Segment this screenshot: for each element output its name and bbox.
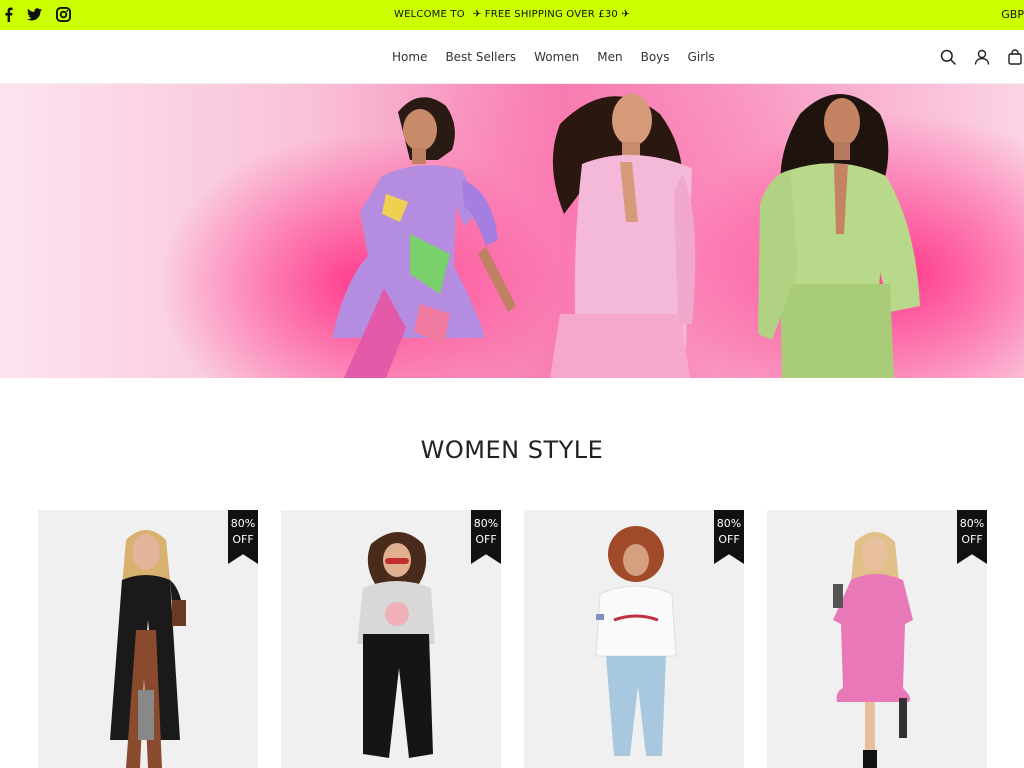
discount-off: OFF xyxy=(718,533,740,546)
header-actions xyxy=(940,30,1024,84)
announcement-text: WELCOME TO ✈ FREE SHIPPING OVER £30 ✈ xyxy=(0,0,1024,30)
hero-model-pink-suit xyxy=(550,94,696,378)
nav-item-men[interactable]: Men xyxy=(597,50,622,64)
nav-item-home[interactable]: Home xyxy=(392,50,427,64)
discount-percent: 80% xyxy=(230,517,256,530)
main-nav: Home Best Sellers Women Men Boys Girls xyxy=(392,30,715,84)
product-image xyxy=(595,526,677,756)
welcome-text: WELCOME TO xyxy=(394,9,465,20)
nav-item-girls[interactable]: Girls xyxy=(688,50,715,64)
hero-model-floral-dress xyxy=(332,97,516,378)
hero-banner[interactable] xyxy=(0,84,1024,378)
discount-percent: 80% xyxy=(959,517,985,530)
site-header: Home Best Sellers Women Men Boys Girls xyxy=(0,30,1024,84)
section-title: WOMEN STYLE xyxy=(420,436,604,464)
hero-model-green-suit xyxy=(758,94,920,378)
product-grid: 80% OFF 80% OFF 80% OFF 80% OFF xyxy=(38,510,987,768)
discount-off: OFF xyxy=(232,533,254,546)
discount-off: OFF xyxy=(475,533,497,546)
product-image xyxy=(357,532,435,758)
shipping-text[interactable]: ✈ FREE SHIPPING OVER £30 ✈ xyxy=(473,9,630,20)
product-card[interactable]: 80% OFF xyxy=(524,510,744,768)
product-image xyxy=(110,530,186,768)
announcement-bar: WELCOME TO ✈ FREE SHIPPING OVER £30 ✈ GBP xyxy=(0,0,1024,30)
currency-selector[interactable]: GBP xyxy=(1001,0,1024,30)
nav-item-boys[interactable]: Boys xyxy=(641,50,670,64)
product-card[interactable]: 80% OFF xyxy=(281,510,501,768)
discount-percent: 80% xyxy=(716,517,742,530)
product-image xyxy=(833,532,913,768)
product-card[interactable]: 80% OFF xyxy=(767,510,987,768)
search-icon[interactable] xyxy=(940,49,956,65)
discount-off: OFF xyxy=(961,533,983,546)
nav-item-women[interactable]: Women xyxy=(534,50,579,64)
nav-item-best-sellers[interactable]: Best Sellers xyxy=(445,50,516,64)
hero-models-illustration xyxy=(332,94,920,378)
cart-icon[interactable] xyxy=(1008,49,1022,65)
discount-percent: 80% xyxy=(473,517,499,530)
product-card[interactable]: 80% OFF xyxy=(38,510,258,768)
account-icon[interactable] xyxy=(974,49,990,65)
